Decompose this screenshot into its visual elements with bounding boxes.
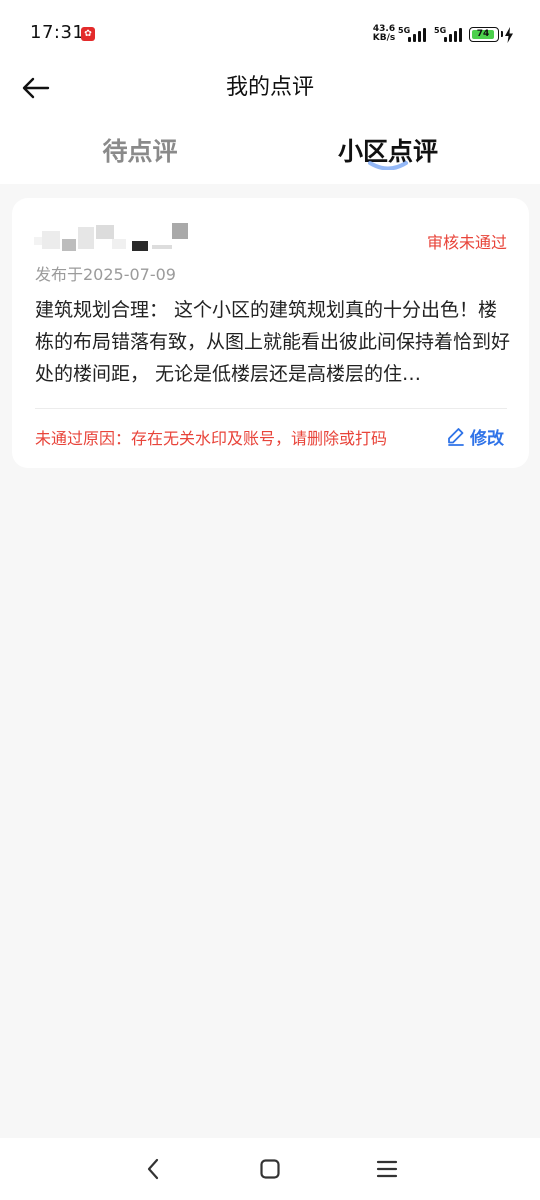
nav-home-button[interactable] — [255, 1156, 285, 1182]
tab-pending-review[interactable]: 待点评 — [40, 130, 240, 174]
edit-label: 修改 — [470, 428, 504, 449]
reject-reason: 未通过原因：存在无关水印及账号，请删除或打码 — [35, 429, 388, 448]
charging-icon — [505, 27, 513, 43]
net-speed: 43.6 KB/s — [372, 25, 396, 43]
edit-button[interactable]: 修改 — [446, 424, 504, 449]
edit-pencil-icon — [448, 428, 464, 446]
card-divider — [35, 408, 507, 409]
nav-back-icon — [147, 1158, 159, 1180]
community-name-mosaic — [34, 223, 188, 251]
signal-icon-2 — [444, 28, 466, 42]
review-date: 发布于2025-07-09 — [35, 265, 176, 284]
battery-icon: 74 — [469, 27, 503, 42]
top-area: 17:31 ✿ 43.6 KB/s 5G 5G 74 我的点评 待点评 小区点评 — [0, 0, 540, 184]
signal-icon — [408, 28, 430, 42]
app-notification-icon: ✿ — [81, 27, 95, 41]
review-status-badge: 审核未通过 — [426, 233, 507, 252]
net-speed-unit: KB/s — [372, 33, 396, 43]
system-nav-bar — [0, 1138, 540, 1200]
status-bar: 17:31 ✿ 43.6 KB/s 5G 5G 74 — [0, 0, 540, 66]
nav-home-icon — [260, 1159, 280, 1179]
status-time: 17:31 — [30, 22, 85, 43]
review-card[interactable]: 审核未通过 发布于2025-07-09 建筑规划合理： 这个小区的建筑规划真的十… — [12, 198, 529, 468]
page-title: 我的点评 — [225, 75, 314, 100]
battery-level: 74 — [476, 29, 490, 39]
nav-menu-button[interactable] — [372, 1156, 402, 1182]
review-content[interactable]: 建筑规划合理： 这个小区的建筑规划真的十分出色！楼栋的布局错落有致，从图上就能看… — [35, 294, 510, 390]
active-tab-indicator — [368, 161, 408, 170]
nav-menu-icon — [376, 1160, 398, 1178]
nav-back-button[interactable] — [138, 1156, 168, 1182]
